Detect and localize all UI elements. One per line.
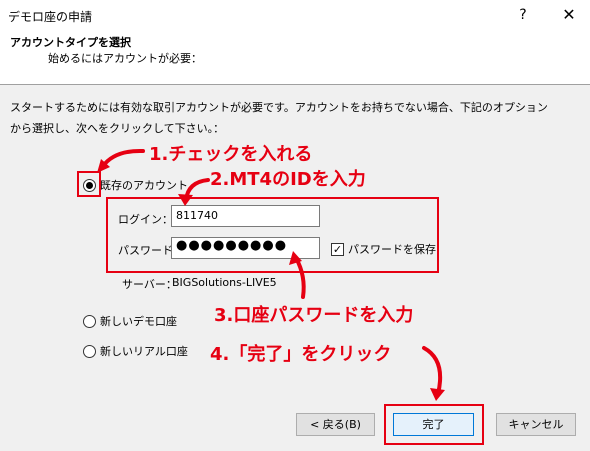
arrowhead-step2 [178, 194, 193, 206]
arrow-step4 [422, 346, 443, 396]
arrow-step1 [101, 148, 145, 168]
annotation-arrows [97, 148, 445, 401]
arrow-step3 [294, 256, 306, 299]
arrowhead-step4 [430, 388, 445, 401]
